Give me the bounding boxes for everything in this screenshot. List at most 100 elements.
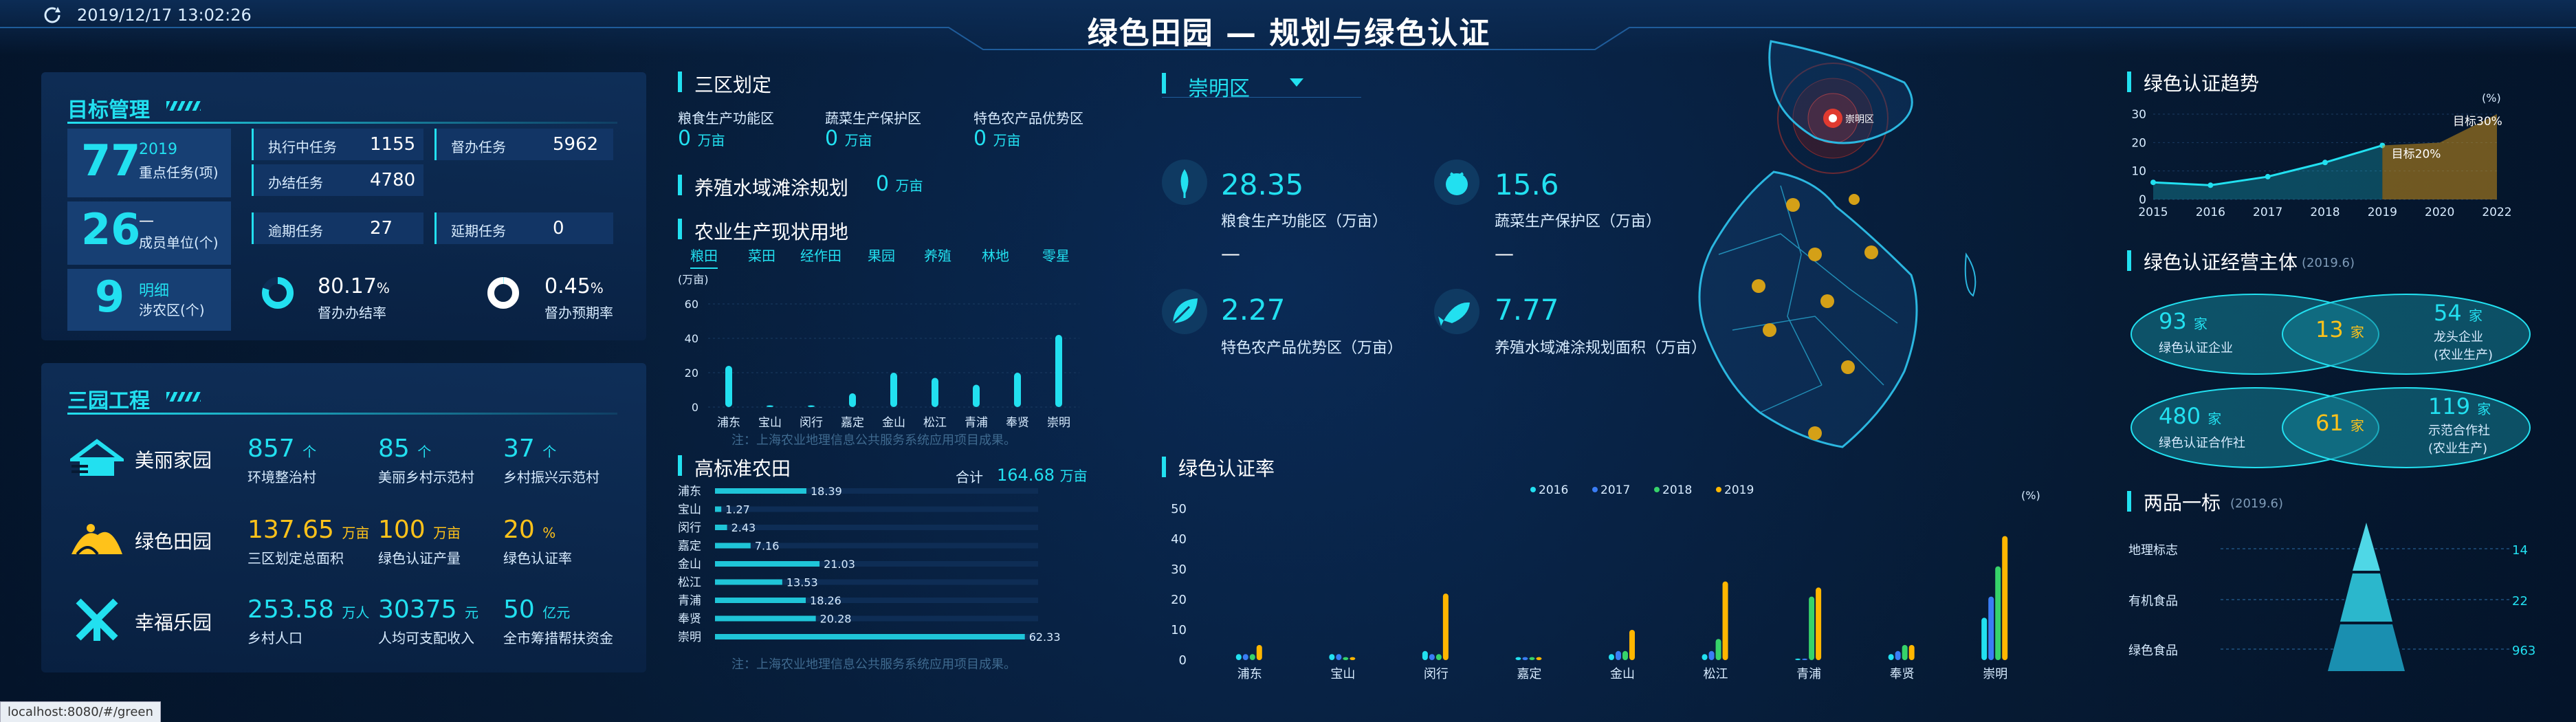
tab-cash-crop[interactable]: 经作田 xyxy=(800,245,841,265)
bar xyxy=(1329,654,1335,660)
three-title: 三园工程 xyxy=(67,389,150,413)
bar xyxy=(808,405,815,407)
legend-label: 2018 xyxy=(1662,483,1692,497)
bar xyxy=(715,488,806,494)
tab-scattered[interactable]: 零星 xyxy=(1042,245,1070,265)
twoproduct-date: (2019.6) xyxy=(2230,496,2284,511)
bar xyxy=(1435,654,1442,660)
x-tick-label: 青浦 xyxy=(965,416,988,430)
y-tick-label: 金山 xyxy=(678,558,701,571)
bar xyxy=(767,405,773,407)
pyramid-value-1: 14 xyxy=(2512,543,2528,558)
tab-orchard[interactable]: 果园 xyxy=(868,245,895,265)
venn2-left-value: 480 家 xyxy=(2159,403,2222,429)
x-tick-label: 2015 xyxy=(2138,206,2168,219)
pyramid-value-3: 963 xyxy=(2512,644,2535,658)
x-tick-label: 青浦 xyxy=(1796,667,1821,681)
data-label: 1.27 xyxy=(725,503,750,516)
y-tick-label: 宝山 xyxy=(678,503,701,517)
tab-vegetable[interactable]: 菜田 xyxy=(748,245,775,265)
x-tick-label: 嘉定 xyxy=(1517,667,1541,681)
twoproduct-indicator xyxy=(2127,491,2131,512)
row3-val1: 253.58 万人 xyxy=(247,595,370,624)
big-year: 2019 xyxy=(139,141,177,158)
target-panel: 目标管理 77 2019 重点任务(项) 26 — 成员单位(个) 9 明细 涉… xyxy=(41,72,646,340)
point xyxy=(2322,160,2328,166)
bar xyxy=(715,598,806,603)
row1-val2: 85 个 xyxy=(378,435,432,463)
y-tick-label: 崇明 xyxy=(678,631,701,644)
data-label: 13.53 xyxy=(786,576,818,589)
legend-label: 2017 xyxy=(1600,483,1630,497)
bar xyxy=(1816,587,1822,660)
agri-title: 农业生产现状用地 xyxy=(694,221,849,243)
x-tick-label: 宝山 xyxy=(1330,667,1355,681)
y-tick-label: 浦东 xyxy=(678,485,701,499)
tab-grain[interactable]: 粮田 xyxy=(690,245,718,269)
aqua-value: 0 万亩 xyxy=(876,172,923,196)
bar xyxy=(1981,617,1988,660)
chevron-down-icon xyxy=(1290,78,1303,87)
tab-aquaculture[interactable]: 养殖 xyxy=(924,245,951,265)
y-tick-label: 0 xyxy=(692,401,698,414)
bar xyxy=(1256,645,1262,660)
venn1-right-label2: (农业生产) xyxy=(2434,348,2494,362)
bar xyxy=(1708,650,1715,660)
y-tick-label: 30 xyxy=(2131,108,2146,122)
stat-value-2: 5962 xyxy=(553,134,599,155)
bar xyxy=(1988,596,1994,660)
x-tick-label: 崇明 xyxy=(1047,416,1070,430)
tab-forest[interactable]: 林地 xyxy=(982,245,1009,265)
agri-indicator xyxy=(678,219,682,239)
shanghai-map[interactable]: 崇明区 xyxy=(1677,28,2021,468)
metric-label-4: 养殖水域滩涂规划面积（万亩） xyxy=(1495,340,1707,357)
bar xyxy=(1715,639,1721,660)
entity-date: (2019.6) xyxy=(2302,256,2355,270)
bar xyxy=(725,366,732,407)
pyramid-label-2: 有机食品 xyxy=(2128,594,2178,609)
row2-val1: 137.65 万亩 xyxy=(247,516,370,544)
agri-bar-chart: (万亩) 0 20 40 60 浦东 宝山 闵行 嘉定 金山 松江 青浦 奉贤 崇明 xyxy=(678,273,1079,430)
row2-lbl2: 绿色认证产量 xyxy=(378,550,461,567)
venn1-left-value: 93 家 xyxy=(2159,308,2208,334)
bar xyxy=(1422,650,1428,660)
bar xyxy=(715,634,1025,639)
title-underline xyxy=(67,413,617,415)
y-tick-label: 40 xyxy=(1171,532,1187,547)
title-stripes xyxy=(166,392,201,402)
metric-label-3: 特色农产品优势区（万亩） xyxy=(1221,340,1403,357)
x-tick-label: 奉贤 xyxy=(1890,667,1915,681)
stat-label-4: 逾期任务 xyxy=(268,223,323,239)
stat-value-1: 1155 xyxy=(370,134,416,155)
detail-link[interactable]: 明细 xyxy=(139,278,169,300)
three-panel: 三园工程 美丽家园 857 个 环境整治村 85 个 美丽乡村示范村 37 个 … xyxy=(41,363,646,672)
metric-value-1: 28.35 xyxy=(1221,168,1304,201)
pyramid-label-1: 地理标志 xyxy=(2128,543,2178,558)
point xyxy=(2150,179,2156,186)
y-tick-label: 20 xyxy=(1171,593,1187,607)
big-dash-2: — xyxy=(139,212,154,230)
x-tick-label: 2022 xyxy=(2482,206,2511,219)
bar xyxy=(973,384,980,407)
metric-label-2: 蔬菜生产保护区（万亩） xyxy=(1495,213,1662,230)
status-url: localhost:8080/#/green xyxy=(0,701,161,722)
zone-value-2: 0 万亩 xyxy=(825,127,872,151)
legend-label: 2019 xyxy=(1724,483,1754,497)
bar xyxy=(1622,650,1628,660)
row2-val3: 20 % xyxy=(503,516,556,544)
hs-note: 注：上海农业地理信息公共服务系统应用项目成果。 xyxy=(731,657,1016,672)
bar xyxy=(715,525,727,530)
row-name-3: 幸福乐园 xyxy=(135,611,212,634)
stat-label-1: 执行中任务 xyxy=(268,139,337,155)
y-unit-label: (%) xyxy=(2482,91,2501,105)
row1-val1: 857 个 xyxy=(247,435,317,463)
row1-lbl3: 乡村振兴示范村 xyxy=(503,469,599,485)
y-tick-label: 奉贤 xyxy=(678,613,701,626)
row-name-2: 绿色田园 xyxy=(135,530,212,553)
page-title: 绿色田园 — 规划与绿色认证 xyxy=(1087,16,1491,51)
bar xyxy=(715,543,751,549)
refresh-icon[interactable] xyxy=(43,6,62,25)
x-tick-label: 嘉定 xyxy=(841,416,864,430)
district-select[interactable]: 崇明区 xyxy=(1162,69,1361,101)
zones-indicator xyxy=(678,72,682,92)
